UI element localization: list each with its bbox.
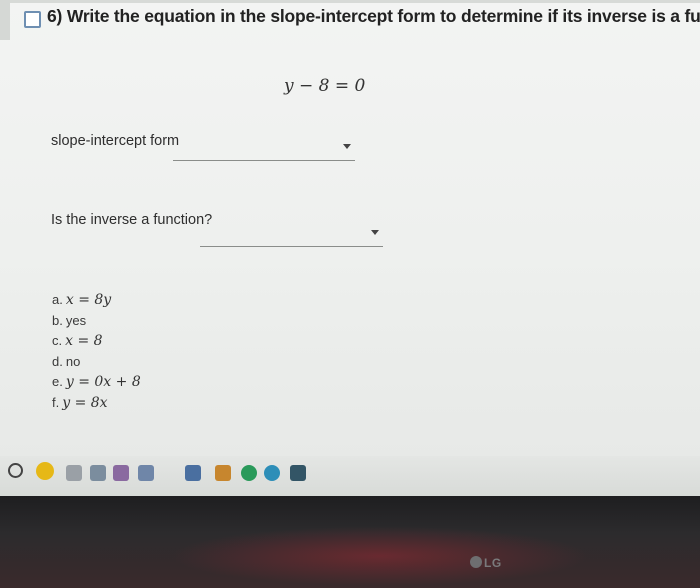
- option-b: b. yes: [52, 311, 141, 332]
- option-f: f. y = 8x: [52, 393, 141, 414]
- screen: 6) Write the equation in the slope-inter…: [0, 0, 700, 458]
- question-flag-checkbox[interactable]: [24, 11, 41, 28]
- cursor-icon: [290, 465, 306, 481]
- option-text: no: [65, 353, 81, 369]
- bezel-reflection: [170, 526, 590, 586]
- field-label-slope-intercept: slope-intercept form: [51, 133, 180, 149]
- option-text: y = 8x: [62, 394, 108, 411]
- chevron-down-icon: [371, 230, 379, 235]
- option-letter: e.: [52, 374, 63, 389]
- question-title: 6) Write the equation in the slope-inter…: [47, 6, 700, 26]
- option-letter: c.: [52, 333, 63, 348]
- mail-icon[interactable]: [185, 465, 201, 481]
- word-icon[interactable]: [90, 465, 106, 481]
- search-circle-icon[interactable]: [8, 463, 23, 478]
- monitor-brand: LG: [484, 556, 502, 570]
- option-letter: f.: [52, 394, 60, 410]
- spotify-icon[interactable]: [241, 465, 257, 481]
- field-label-inverse-function: Is the inverse a function?: [51, 212, 213, 228]
- option-letter: d.: [52, 353, 63, 369]
- given-equation: y − 8 = 0: [284, 76, 366, 96]
- folder-icon[interactable]: [215, 465, 231, 481]
- chevron-down-icon: [343, 144, 351, 149]
- taskbar: [0, 456, 700, 496]
- option-a: a. x = 8y: [52, 290, 141, 311]
- option-e: e. y = 0x + 8: [52, 372, 141, 393]
- chrome-icon[interactable]: [36, 462, 54, 480]
- calendar-icon[interactable]: [138, 465, 154, 481]
- edge-icon[interactable]: [264, 465, 280, 481]
- option-c: c. x = 8: [52, 331, 141, 352]
- monitor-bezel: [0, 496, 700, 588]
- slope-intercept-dropdown[interactable]: [173, 138, 355, 161]
- file-explorer-icon[interactable]: [66, 465, 82, 481]
- left-edge: [0, 0, 10, 40]
- lg-logo-icon: [470, 556, 482, 568]
- inverse-function-dropdown[interactable]: [200, 224, 383, 247]
- option-d: d. no: [52, 352, 141, 373]
- option-letter: b.: [52, 312, 63, 328]
- option-text: y = 0x + 8: [65, 374, 141, 390]
- option-text: x = 8y: [65, 292, 112, 308]
- top-divider: [0, 0, 700, 3]
- option-text: yes: [65, 312, 87, 328]
- option-letter: a.: [52, 292, 63, 307]
- answer-options-list: a. x = 8y b. yes c. x = 8 d. no e. y = 0x + 8…: [52, 290, 141, 413]
- option-text: x = 8: [65, 333, 103, 349]
- powerpoint-icon[interactable]: [113, 465, 129, 481]
